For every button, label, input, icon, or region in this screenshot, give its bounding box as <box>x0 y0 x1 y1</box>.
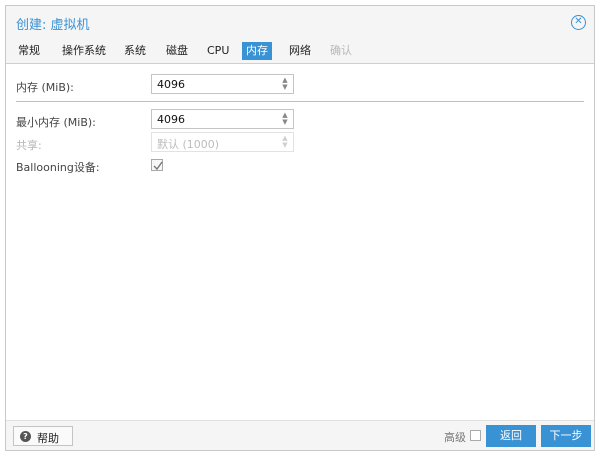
shares-placeholder: 默认 (1000) <box>157 138 220 151</box>
back-button[interactable]: 返回 <box>486 425 536 447</box>
next-button[interactable]: 下一步 <box>541 425 591 447</box>
dialog-footer: ? 帮助 高级 返回 下一步 <box>6 420 594 450</box>
dialog-title: 创建: 虚拟机 <box>16 18 90 33</box>
section-divider <box>16 101 584 102</box>
close-icon[interactable]: ✕ <box>571 15 586 30</box>
spinner-icon: ▲ ▼ <box>282 134 288 149</box>
min-memory-input[interactable]: 4096 ▲ ▼ <box>151 109 294 129</box>
create-vm-dialog: 创建: 虚拟机 ✕ 常规 操作系统 系统 磁盘 CPU 内存 网络 确认 内存 … <box>5 5 595 451</box>
tab-network[interactable]: 网络 <box>285 42 315 60</box>
shares-label: 共享: <box>16 139 42 152</box>
checkmark-icon <box>153 161 163 171</box>
question-circle-icon: ? <box>20 431 31 442</box>
tab-system[interactable]: 系统 <box>120 42 150 60</box>
tab-os[interactable]: 操作系统 <box>58 42 110 60</box>
tab-memory[interactable]: 内存 <box>242 42 272 60</box>
help-button[interactable]: ? 帮助 <box>13 426 73 446</box>
tab-confirm: 确认 <box>330 44 352 57</box>
memory-value: 4096 <box>157 78 185 91</box>
tab-cpu[interactable]: CPU <box>203 42 233 60</box>
wizard-tabbar: 常规 操作系统 系统 磁盘 CPU 内存 网络 确认 <box>6 38 594 64</box>
dialog-titlebar: 创建: 虚拟机 ✕ <box>6 6 594 38</box>
ballooning-checkbox[interactable] <box>151 159 163 171</box>
spinner-icon[interactable]: ▲ ▼ <box>281 112 289 126</box>
advanced-label: 高级 <box>444 431 466 444</box>
tab-general[interactable]: 常规 <box>14 42 44 60</box>
min-memory-value: 4096 <box>157 113 185 126</box>
min-memory-label: 最小内存 (MiB): <box>16 116 96 129</box>
memory-input[interactable]: 4096 ▲ ▼ <box>151 74 294 94</box>
advanced-checkbox[interactable] <box>470 430 481 441</box>
shares-input: 默认 (1000) ▲ ▼ <box>151 132 294 152</box>
tab-disk[interactable]: 磁盘 <box>162 42 192 60</box>
spinner-icon[interactable]: ▲ ▼ <box>281 77 289 91</box>
help-button-label: 帮助 <box>37 432 59 445</box>
memory-label: 内存 (MiB): <box>16 81 74 94</box>
ballooning-label: Ballooning设备: <box>16 161 100 174</box>
